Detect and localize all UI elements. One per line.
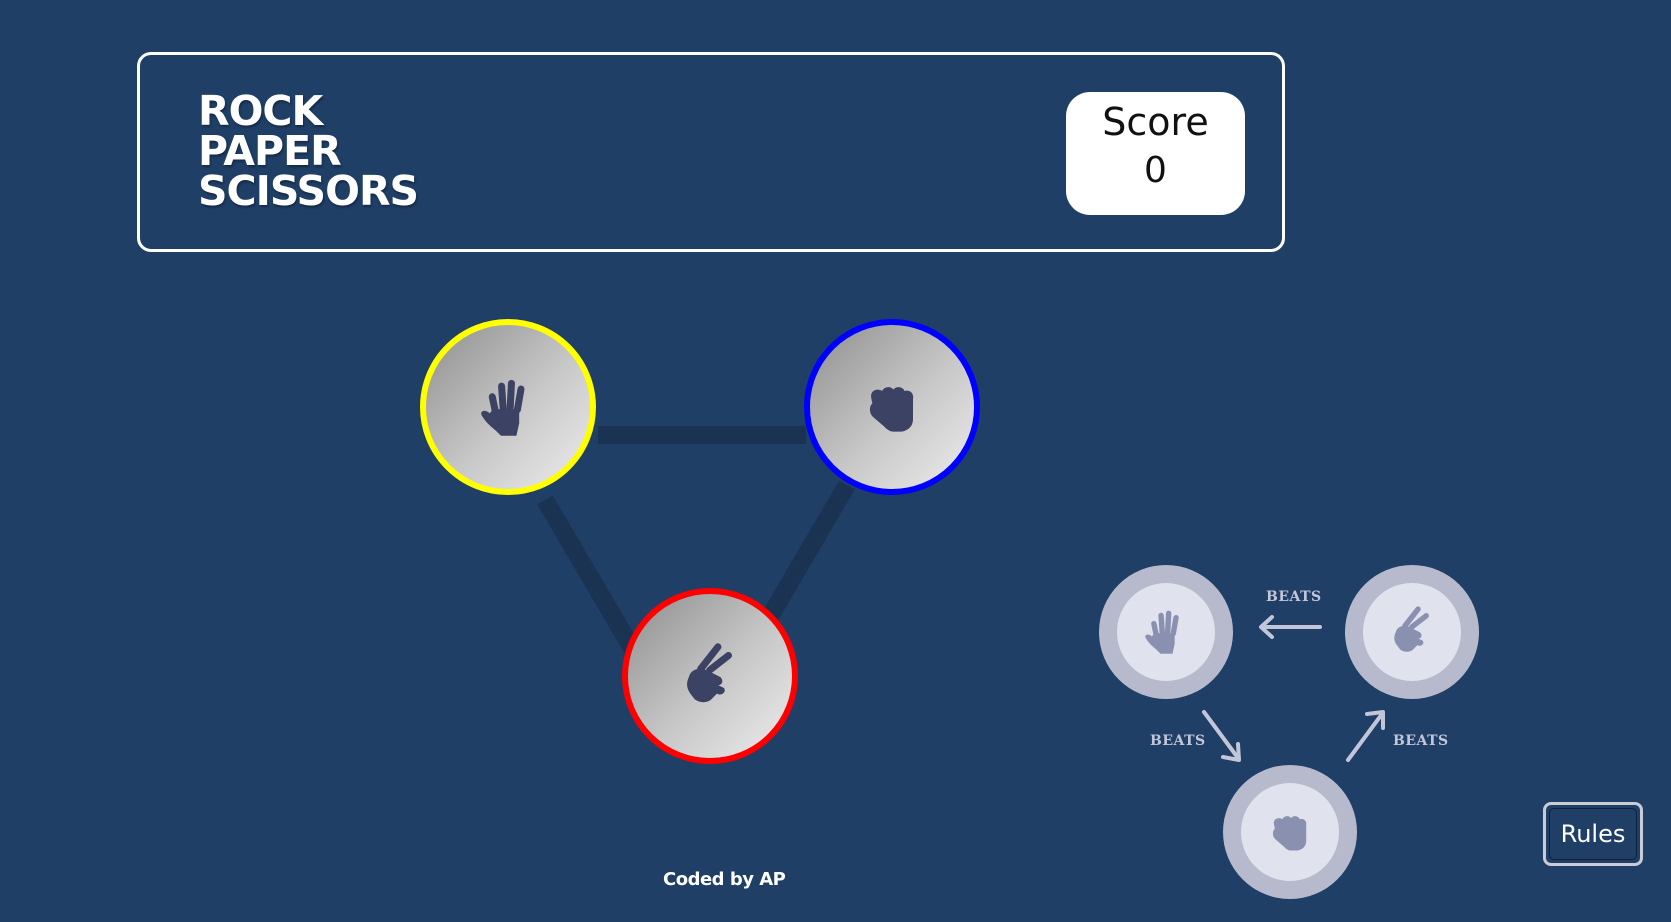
rock-fist-icon: [1263, 803, 1317, 862]
rules-button-label: Rules: [1560, 820, 1626, 848]
rules-diagram-paper: [1099, 565, 1233, 699]
title-line-scissors: SCISSORS: [198, 167, 419, 215]
choice-scissors-button[interactable]: [622, 588, 798, 764]
game-title: ROCK PAPER SCISSORS: [198, 87, 419, 215]
title-line-rock: ROCK: [198, 87, 323, 135]
paper-hand-icon: [1139, 603, 1193, 662]
beats-label-right: BEATS: [1393, 733, 1449, 749]
header-panel: ROCK PAPER SCISSORS Score 0: [137, 52, 1285, 252]
rules-diagram-rock-inner: [1241, 783, 1339, 881]
choice-paper-button[interactable]: [420, 319, 596, 495]
score-box: Score 0: [1066, 92, 1245, 215]
paper-hand-icon: [473, 370, 543, 445]
footer-credit: Coded by AP: [663, 869, 786, 890]
rules-diagram-scissors: [1345, 565, 1479, 699]
rules-diagram-paper-inner: [1117, 583, 1215, 681]
scissors-hand-icon: [675, 639, 745, 714]
beats-label-top: BEATS: [1266, 589, 1322, 605]
title-line-paper: PAPER: [198, 127, 342, 175]
score-value: 0: [1144, 150, 1167, 191]
score-label: Score: [1102, 100, 1209, 144]
beats-label-left: BEATS: [1150, 733, 1206, 749]
rules-diagram-rock: [1223, 765, 1357, 899]
rules-button[interactable]: Rules: [1543, 802, 1643, 866]
rules-diagram-scissors-inner: [1363, 583, 1461, 681]
scissors-hand-icon: [1385, 603, 1439, 662]
choice-rock-button[interactable]: [804, 319, 980, 495]
rock-fist-icon: [857, 370, 927, 445]
